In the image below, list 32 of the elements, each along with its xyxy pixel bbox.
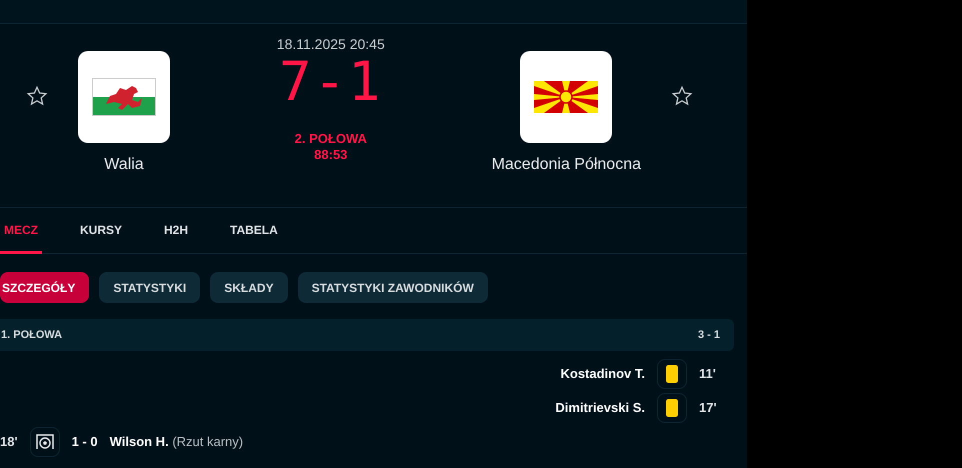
star-icon[interactable] [26,85,48,107]
score: 7-1 [279,53,383,111]
match-datetime: 18.11.2025 20:45 [276,35,385,53]
event-minute: 17' [699,399,718,418]
match-status: 2. POŁOWA [294,131,367,147]
player-name: Wilson H. [110,434,169,450]
tab[interactable]: H2H [160,208,192,254]
team-logo[interactable] [78,51,170,143]
team-logo[interactable] [520,51,612,143]
goal-score: 1 - 0 [72,433,98,452]
player-name: Kostadinov T. [560,365,645,384]
filter-chip[interactable]: SKŁADY [210,272,288,303]
team-name[interactable]: Macedonia Północna [492,153,641,177]
team-name[interactable]: Walia [104,153,144,177]
period-score: 3 - 1 [698,328,720,343]
event-note: (Rzut karny) [172,434,244,450]
tab[interactable]: KURSY [76,208,126,254]
flag-icon [92,78,156,116]
period-label: 1. POŁOWA [1,328,62,343]
booking-card-icon [666,365,678,383]
filter-chip[interactable]: SZCZEGÓŁY [0,272,90,303]
filter-chip[interactable]: STATYSTYKI ZAWODNIKÓW [298,272,488,303]
tab[interactable]: TABELA [226,208,282,254]
star-icon[interactable] [671,85,693,107]
match-clock: 88:53 [314,147,348,163]
ball-in-net-icon [36,434,54,450]
filter-chip[interactable]: STATYSTYKI [99,272,200,303]
event-minute: 11' [699,365,717,384]
player-name: Dimitrievski S. [555,399,645,418]
flag-icon [534,81,598,113]
booking-card-icon [666,399,678,417]
event-minute: 18' [0,433,18,452]
